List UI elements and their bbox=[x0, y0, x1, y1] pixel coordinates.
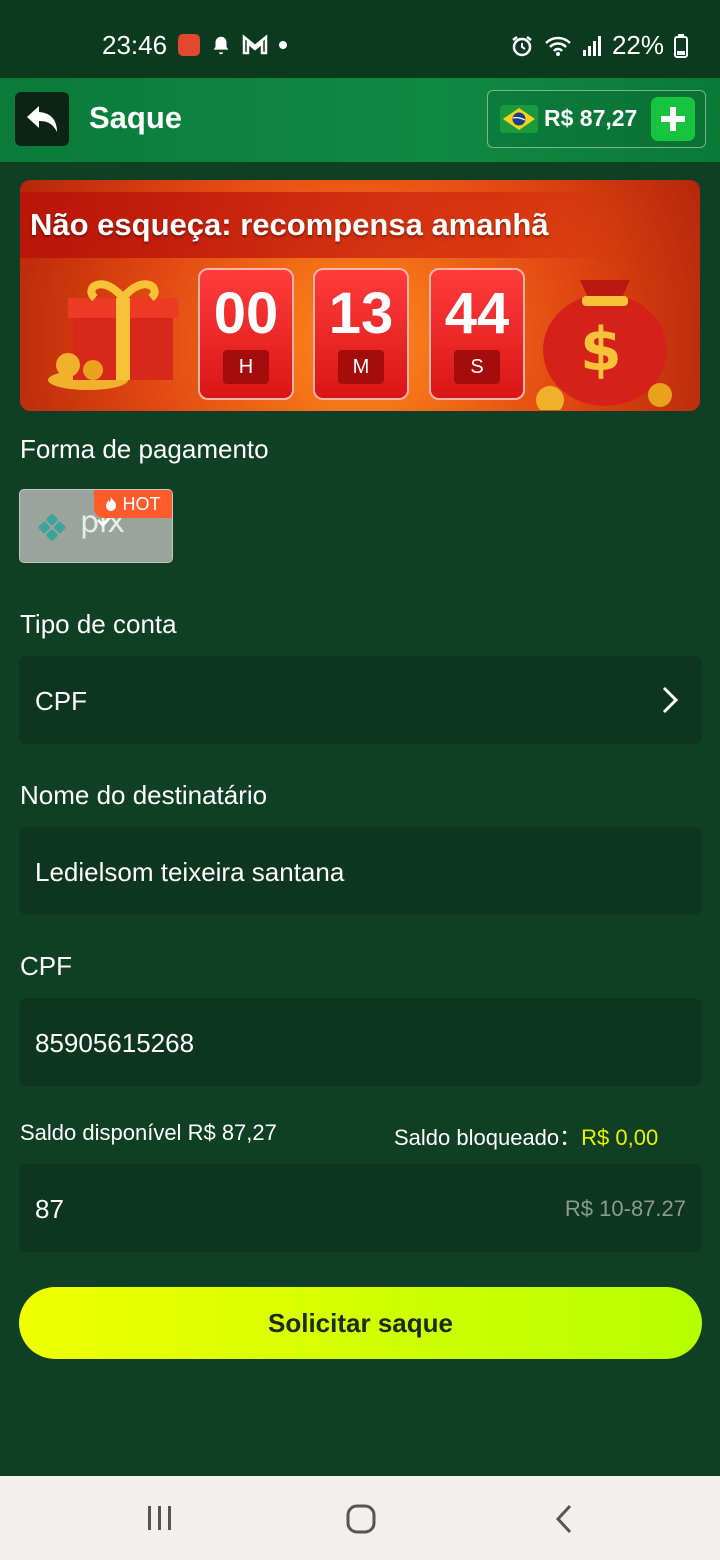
payment-method-label: Forma de pagamento bbox=[20, 434, 269, 464]
banner-title: Não esqueça: recompensa amanhã bbox=[30, 207, 549, 242]
notification-app-icon bbox=[178, 34, 200, 56]
header-balance: R$ 87,27 bbox=[544, 105, 638, 131]
dot-icon bbox=[279, 41, 287, 49]
cpf-field[interactable]: 85905615268 bbox=[19, 998, 702, 1086]
cpf-value: 85905615268 bbox=[35, 1028, 195, 1058]
status-icons-right: 22% bbox=[510, 30, 688, 61]
timer-seconds-value: 44 bbox=[444, 281, 510, 346]
timer-seconds-unit: S bbox=[454, 350, 500, 384]
account-type-value: CPF bbox=[35, 686, 87, 716]
timer-hours: 00 H bbox=[198, 268, 294, 400]
recent-apps-icon[interactable] bbox=[146, 1504, 174, 1532]
blocked-balance-label: Saldo bloqueado： bbox=[394, 1125, 582, 1150]
request-withdrawal-button[interactable]: Solicitar saque bbox=[19, 1287, 702, 1359]
deposit-plus-button[interactable] bbox=[651, 97, 695, 141]
timer-minutes-unit: M bbox=[338, 350, 384, 384]
page-title: Saque bbox=[89, 100, 183, 135]
status-time: 23:46 bbox=[102, 30, 168, 60]
chevron-right-icon bbox=[662, 686, 678, 714]
app-header: Saque R$ 87,27 bbox=[0, 78, 720, 162]
hot-tag: HOT bbox=[94, 490, 172, 518]
alarm-icon bbox=[512, 35, 532, 56]
recipient-name-field[interactable]: Ledielsom teixeira santana bbox=[19, 827, 702, 915]
back-button[interactable] bbox=[15, 92, 69, 146]
cpf-label: CPF bbox=[20, 951, 72, 981]
gmail-icon bbox=[242, 34, 268, 55]
system-nav-bar bbox=[0, 1476, 720, 1560]
recipient-name-value: Ledielsom teixeira santana bbox=[35, 857, 345, 887]
signal-icon bbox=[582, 35, 601, 56]
available-balance-value: R$ 87,27 bbox=[187, 1120, 277, 1145]
timer-seconds: 44 S bbox=[429, 268, 525, 400]
balance-pill[interactable]: R$ 87,27 bbox=[487, 90, 706, 148]
money-bag-icon: $ bbox=[536, 280, 672, 410]
back-nav-icon[interactable] bbox=[554, 1504, 574, 1534]
amount-value: 87 bbox=[35, 1194, 64, 1224]
bell-icon bbox=[213, 36, 229, 55]
amount-range-hint: R$ 10-87.27 bbox=[564, 1196, 686, 1221]
blocked-balance-value: R$ 0,00 bbox=[581, 1125, 659, 1150]
recipient-name-label: Nome do destinatário bbox=[20, 780, 268, 810]
account-type-label: Tipo de conta bbox=[20, 609, 177, 639]
battery-percentage: 22% bbox=[611, 30, 664, 60]
timer-hours-unit: H bbox=[223, 350, 269, 384]
timer-minutes: 13 M bbox=[313, 268, 409, 400]
reward-banner[interactable]: Não esqueça: recompensa amanhã 00 H 13 M… bbox=[20, 180, 700, 411]
gift-box-icon bbox=[48, 280, 178, 390]
plus-icon bbox=[661, 107, 685, 131]
blocked-balance: Saldo bloqueado：R$ 0,00 bbox=[394, 1120, 658, 1152]
status-icons-left bbox=[178, 34, 288, 56]
home-icon[interactable] bbox=[345, 1504, 377, 1534]
hot-tag-label: HOT bbox=[122, 494, 161, 514]
status-bar: 23:46 22% bbox=[0, 0, 720, 78]
available-balance-label: Saldo disponível bbox=[20, 1120, 182, 1145]
svg-text:$: $ bbox=[580, 315, 622, 385]
amount-input[interactable]: 87 R$ 10-87.27 bbox=[19, 1164, 702, 1252]
battery-icon bbox=[674, 33, 688, 58]
account-type-select[interactable]: CPF bbox=[19, 656, 702, 744]
brazil-flag-icon bbox=[500, 105, 538, 133]
timer-hours-value: 00 bbox=[213, 281, 279, 346]
available-balance: Saldo disponível R$ 87,27 bbox=[20, 1120, 277, 1146]
back-arrow-icon bbox=[27, 106, 57, 132]
fire-icon bbox=[106, 497, 117, 511]
wifi-icon bbox=[545, 36, 571, 56]
timer-minutes-value: 13 bbox=[328, 281, 394, 346]
pix-payment-option[interactable]: pix HOT bbox=[19, 489, 173, 563]
